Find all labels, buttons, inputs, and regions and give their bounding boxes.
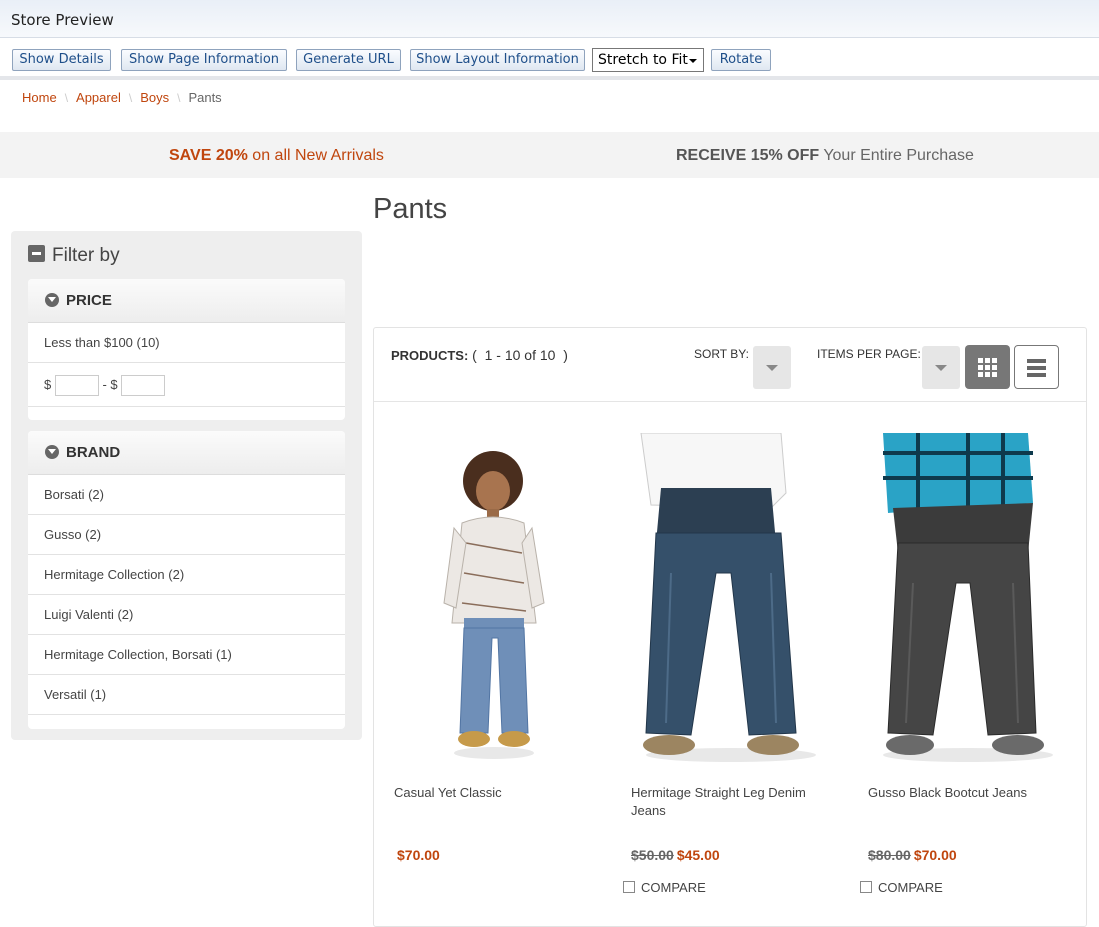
zoom-select[interactable]: Stretch to Fit — [592, 48, 704, 72]
list-view-button[interactable] — [1014, 345, 1059, 389]
product-card: Casual Yet Classic $70.00 — [394, 433, 594, 863]
brand-option[interactable]: Hermitage Collection (2) — [28, 555, 345, 595]
preview-toolbar: Show Details Show Page Information Gener… — [0, 38, 1099, 80]
product-name[interactable]: Hermitage Straight Leg Denim Jeans — [631, 784, 831, 820]
price-option-less-than-100[interactable]: Less than $100 (10) — [28, 323, 345, 363]
brand-option[interactable]: Versatil (1) — [28, 675, 345, 715]
compare-checkbox[interactable]: COMPARE — [860, 880, 943, 895]
breadcrumb-apparel[interactable]: Apparel — [76, 90, 121, 105]
sort-by-label: SORT BY: — [694, 347, 749, 361]
brand-option[interactable]: Gusso (2) — [28, 515, 345, 555]
promo-left-strong: SAVE 20% — [169, 147, 248, 164]
list-icon — [1027, 359, 1046, 380]
price-facet-header[interactable]: PRICE — [28, 279, 345, 323]
promo-right-rest: Your Entire Purchase — [819, 147, 974, 164]
show-page-information-button[interactable]: Show Page Information — [121, 49, 287, 71]
filter-header[interactable]: Filter by — [28, 245, 120, 267]
product-card: Hermitage Straight Leg Denim Jeans $50.0… — [623, 432, 831, 895]
generate-url-button[interactable]: Generate URL — [296, 49, 401, 71]
page-title: Pants — [373, 193, 448, 225]
checkbox-icon[interactable] — [860, 881, 872, 893]
chevron-down-icon — [45, 293, 59, 307]
products-label: PRODUCTS: — [391, 348, 469, 363]
breadcrumb: Home \ Apparel \ Boys \ Pants — [22, 90, 222, 105]
compare-label: COMPARE — [878, 880, 943, 895]
product-old-price: $80.00 — [868, 847, 911, 863]
compare-label: COMPARE — [641, 880, 706, 895]
filter-sidebar: Filter by PRICE Less than $100 (10) $ - … — [11, 231, 362, 740]
price-heading: PRICE — [66, 292, 112, 309]
breadcrumb-home[interactable]: Home — [22, 90, 57, 105]
zoom-select-value: Stretch to Fit — [598, 52, 688, 68]
filter-title: Filter by — [52, 245, 120, 266]
product-sale-price: $70.00 — [397, 847, 440, 863]
promo-new-arrivals[interactable]: SAVE 20% on all New Arrivals — [169, 147, 384, 165]
promo-banner: SAVE 20% on all New Arrivals RECEIVE 15%… — [0, 132, 1099, 178]
range-separator: - $ — [102, 377, 118, 392]
grid-icon — [978, 358, 997, 377]
rotate-button[interactable]: Rotate — [711, 49, 771, 71]
product-name[interactable]: Casual Yet Classic — [394, 784, 594, 802]
currency-label: $ — [44, 377, 52, 392]
show-layout-information-button[interactable]: Show Layout Information — [410, 49, 585, 71]
breadcrumb-separator: \ — [177, 91, 181, 105]
brand-facet-header[interactable]: BRAND — [28, 431, 345, 475]
show-details-button[interactable]: Show Details — [12, 49, 111, 71]
product-name[interactable]: Gusso Black Bootcut Jeans — [868, 784, 1068, 802]
price-max-input[interactable] — [121, 375, 166, 397]
sort-by-dropdown[interactable] — [753, 346, 791, 389]
product-price: $80.00 $70.00 — [868, 847, 957, 863]
price-min-input[interactable] — [54, 375, 99, 397]
promo-left-rest: on all New Arrivals — [247, 147, 384, 164]
compare-checkbox[interactable]: COMPARE — [623, 880, 706, 895]
checkbox-icon[interactable] — [623, 881, 635, 893]
price-facet: PRICE Less than $100 (10) $ - $ — [28, 279, 345, 420]
grid-view-button[interactable] — [965, 345, 1010, 389]
chevron-down-icon — [45, 445, 59, 459]
brand-heading: BRAND — [66, 444, 121, 461]
product-sale-price: $45.00 — [676, 847, 720, 863]
product-price: $50.00 $45.00 — [631, 847, 720, 863]
breadcrumb-current: Pants — [188, 90, 222, 105]
breadcrumb-separator: \ — [128, 91, 133, 105]
brand-option[interactable]: Borsati (2) — [28, 475, 345, 515]
promo-purchase-discount[interactable]: RECEIVE 15% OFF Your Entire Purchase — [676, 147, 974, 165]
breadcrumb-boys[interactable]: Boys — [140, 90, 169, 105]
product-image-hermitage-jeans[interactable] — [631, 432, 831, 763]
product-count: PRODUCTS: ( 1 - 10 of 10 ) — [391, 347, 568, 363]
items-per-page-dropdown[interactable] — [922, 346, 960, 389]
products-range: ( 1 - 10 of 10 ) — [472, 347, 568, 363]
listing-toolbar: PRODUCTS: ( 1 - 10 of 10 ) SORT BY: ITEM… — [374, 328, 1086, 402]
product-old-price: $50.00 — [631, 847, 674, 863]
brand-facet: BRAND Borsati (2) Gusso (2) Hermitage Co… — [28, 431, 345, 729]
product-price: $70.00 — [394, 847, 440, 863]
product-image-gusso-jeans[interactable] — [868, 433, 1068, 763]
product-sale-price: $70.00 — [913, 847, 957, 863]
breadcrumb-separator: \ — [64, 91, 69, 105]
items-per-page-label: ITEMS PER PAGE: — [817, 347, 921, 361]
brand-option[interactable]: Hermitage Collection, Borsati (1) — [28, 635, 345, 675]
promo-right-strong: RECEIVE 15% OFF — [676, 147, 820, 164]
store-preview-titlebar: Store Preview — [0, 0, 1099, 38]
product-card: Gusso Black Bootcut Jeans $80.00 $70.00 C… — [860, 433, 1068, 895]
dropdown-caret-icon — [689, 59, 697, 63]
product-listing: PRODUCTS: ( 1 - 10 of 10 ) SORT BY: ITEM… — [373, 327, 1087, 927]
product-image-casual-yet-classic[interactable] — [394, 433, 594, 763]
price-range: $ - $ — [28, 363, 345, 407]
collapse-icon[interactable] — [28, 245, 45, 262]
window-title: Store Preview — [11, 11, 114, 29]
brand-option[interactable]: Luigi Valenti (2) — [28, 595, 345, 635]
